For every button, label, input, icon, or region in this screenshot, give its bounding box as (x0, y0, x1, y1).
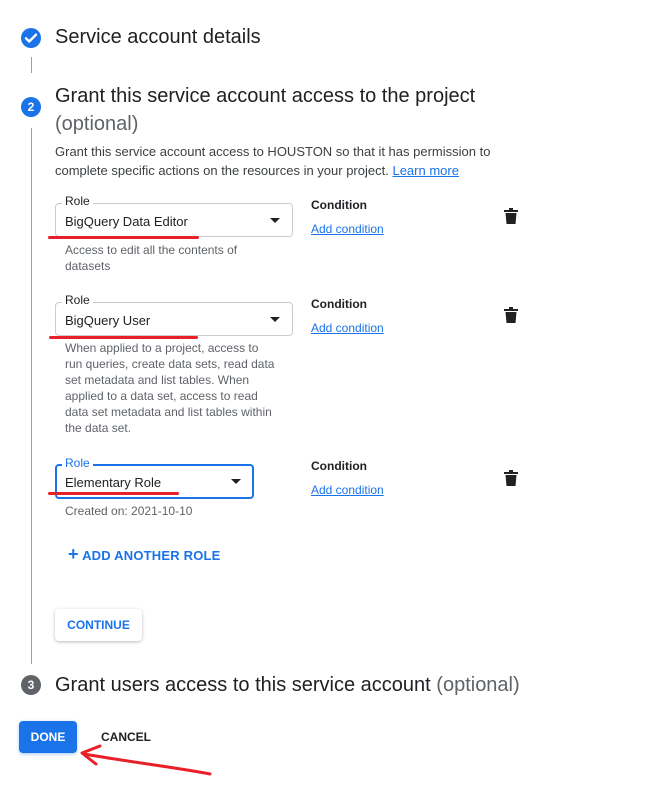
add-another-role-button[interactable]: + ADD ANOTHER ROLE (68, 545, 221, 563)
delete-role-icon[interactable] (504, 470, 518, 491)
step-1-title[interactable]: Service account details (55, 26, 261, 49)
hint-line: applied to a data set, access to read (65, 389, 258, 403)
add-another-role-label: ADD ANOTHER ROLE (82, 548, 221, 563)
condition-label: Condition (311, 297, 367, 311)
role-label: Role (62, 194, 93, 208)
red-underline-annotation (48, 492, 179, 495)
hint-line: the data set. (65, 421, 132, 435)
delete-role-icon[interactable] (504, 208, 518, 229)
step-2-optional: (optional) (55, 113, 139, 135)
step-1-complete-icon (21, 28, 41, 48)
hint-line: datasets (65, 259, 111, 273)
hint-line: Access to edit all the contents of (65, 243, 238, 257)
role-label: Role (62, 456, 93, 470)
step-3-number: 3 (21, 675, 41, 695)
hint-line: set metadata and list tables. When (65, 373, 250, 387)
step-2-number: 2 (21, 97, 41, 117)
step-3-optional: (optional) (436, 674, 520, 696)
step-connector (31, 57, 32, 73)
condition-label: Condition (311, 198, 367, 212)
step-2-description: Grant this service account access to HOU… (55, 142, 505, 180)
hint-line: run queries, create data sets, read data (65, 357, 275, 371)
add-condition-link[interactable]: Add condition (311, 483, 384, 497)
role-select-value: Elementary Role (65, 475, 162, 490)
step-2-title-text: Grant this service account access to the… (55, 85, 476, 107)
step-connector (31, 128, 32, 664)
plus-icon: + (68, 544, 79, 564)
learn-more-link[interactable]: Learn more (392, 163, 458, 178)
add-condition-link[interactable]: Add condition (311, 222, 384, 236)
done-button[interactable]: DONE (19, 721, 77, 753)
dropdown-arrow-icon (270, 317, 280, 322)
role-select-1[interactable]: BigQuery Data Editor (55, 203, 293, 237)
role-select-value: BigQuery User (65, 313, 151, 328)
add-condition-link[interactable]: Add condition (311, 321, 384, 335)
role-description-3: Created on: 2021-10-10 (65, 504, 193, 518)
hint-line: data set metadata and list tables within (65, 405, 272, 419)
dropdown-arrow-icon (231, 479, 241, 484)
red-arrow-annotation (80, 744, 212, 776)
condition-label: Condition (311, 459, 367, 473)
role-label: Role (62, 293, 93, 307)
step-3-title-text: Grant users access to this service accou… (55, 674, 431, 696)
role-description-2: When applied to a project, access to run… (65, 340, 285, 436)
step-2-title: Grant this service account access to the… (55, 82, 525, 138)
hint-line: When applied to a project, access to (65, 341, 259, 355)
delete-role-icon[interactable] (504, 307, 518, 328)
role-description-1: Access to edit all the contents of datas… (65, 242, 265, 274)
dropdown-arrow-icon (270, 218, 280, 223)
red-underline-annotation (48, 236, 199, 239)
red-underline-annotation (49, 336, 198, 339)
role-select-value: BigQuery Data Editor (65, 214, 188, 229)
continue-button[interactable]: CONTINUE (55, 609, 142, 641)
step-3-title[interactable]: Grant users access to this service accou… (55, 674, 520, 697)
role-select-2[interactable]: BigQuery User (55, 302, 293, 336)
